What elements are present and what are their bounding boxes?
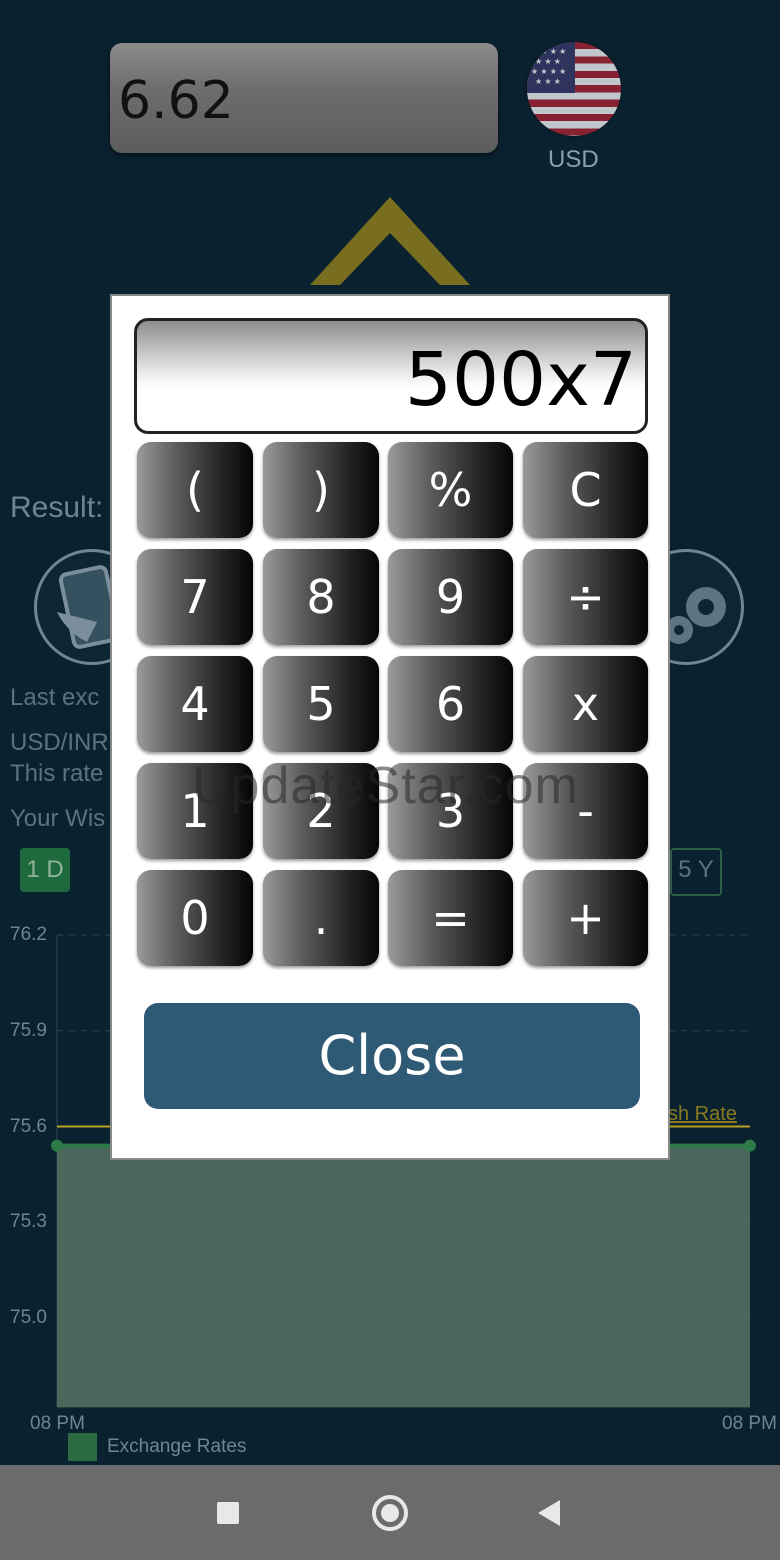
system-nav-bar	[0, 1465, 780, 1560]
calculator-dialog: 500x7 ()% C 7 8 9 ÷ 4 5 6 x 1 2 3-0. = + Close	[110, 294, 670, 1160]
result-label: Result:	[10, 491, 104, 524]
key-close-paren-button[interactable]: )	[263, 442, 379, 538]
exchange-rate-area	[57, 1145, 750, 1408]
last-exchange-text: Last exc	[10, 684, 100, 711]
back-triangle-icon[interactable]	[538, 1500, 560, 1526]
watermark-text: UpdateStar.com	[192, 757, 579, 815]
wish-rate-line-label: sh Rate	[668, 1103, 737, 1125]
range-chip-5y[interactable]: 5 Y	[670, 848, 722, 896]
chevron-up-icon[interactable]	[310, 195, 470, 290]
close-button[interactable]: Close	[144, 1003, 640, 1109]
currency-code: USD	[548, 146, 599, 173]
key-percent-button[interactable]: %	[388, 442, 513, 538]
wish-rate-text: Your Wis	[10, 805, 106, 832]
key-open-paren-button[interactable]: (	[137, 442, 253, 538]
key-multiply-button[interactable]: x	[523, 656, 648, 752]
x-tick-label: 08 PM	[722, 1413, 777, 1434]
legend-swatch	[68, 1433, 97, 1461]
calculator-display[interactable]: 500x7	[134, 318, 648, 434]
calculator-display-text: 500x7	[404, 337, 637, 423]
us-flag-icon[interactable]: ★ ★ ★ ★ ★ ★ ★ ★ ★ ★ ★ ★ ★ ★	[527, 42, 621, 136]
legend-label: Exchange Rates	[107, 1436, 247, 1457]
home-circle-icon[interactable]	[372, 1495, 408, 1531]
range-chip-1d[interactable]: 1 D	[20, 848, 70, 892]
square-nav-icon[interactable]	[217, 1502, 239, 1524]
key-0-button[interactable]: 0	[137, 870, 253, 966]
key-4-button[interactable]: 4	[137, 656, 253, 752]
key-decimal-button[interactable]: .	[263, 870, 379, 966]
x-tick-label: 08 PM	[30, 1413, 85, 1434]
key-8-button[interactable]: 8	[263, 549, 379, 645]
key-equals-button[interactable]: =	[388, 870, 513, 966]
data-point	[51, 1139, 63, 1152]
rate-note-text: This rate	[10, 760, 104, 787]
key-plus-button[interactable]: +	[523, 870, 648, 966]
key-clear-button[interactable]: C	[523, 442, 648, 538]
key-7-button[interactable]: 7	[137, 549, 253, 645]
data-point	[744, 1139, 756, 1152]
currency-pair-text: USD/INR	[10, 729, 109, 756]
amount-value: 6.62	[118, 71, 234, 131]
key-6-button[interactable]: 6	[388, 656, 513, 752]
key-divide-button[interactable]: ÷	[523, 549, 648, 645]
key-9-button[interactable]: 9	[388, 549, 513, 645]
amount-input[interactable]: 6.62	[110, 43, 498, 153]
key-5-button[interactable]: 5	[263, 656, 379, 752]
